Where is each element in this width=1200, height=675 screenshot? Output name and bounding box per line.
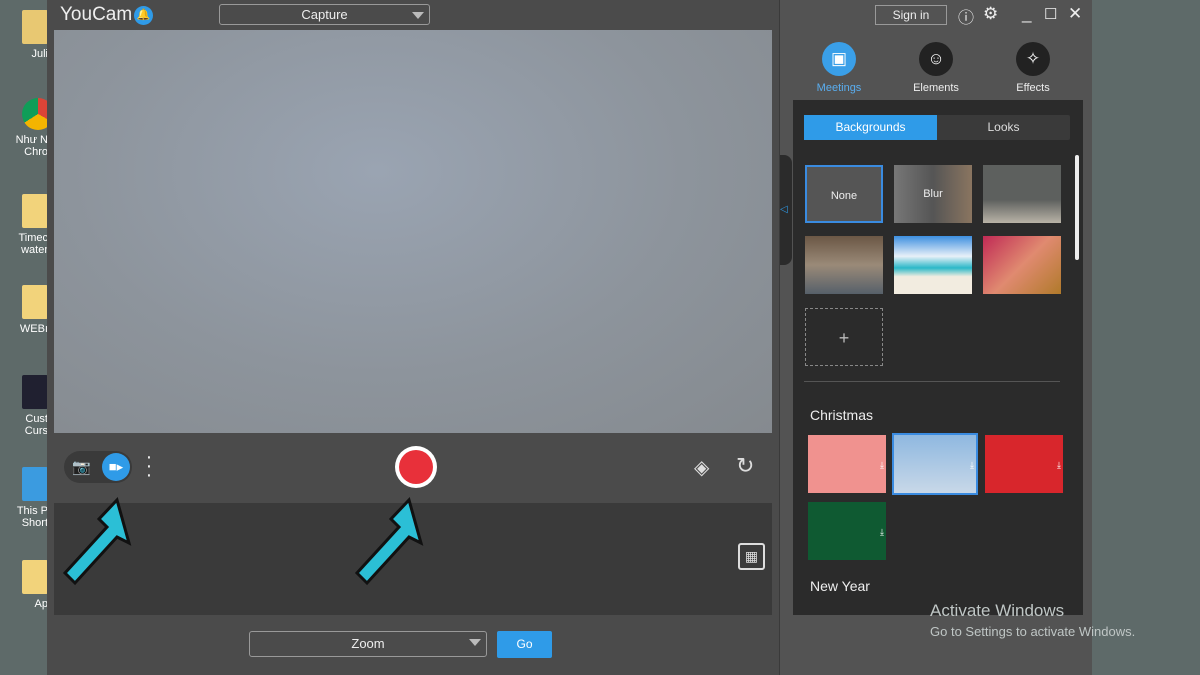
mode-dropdown[interactable]: Capture xyxy=(219,4,430,25)
tab-backgrounds[interactable]: Backgrounds xyxy=(804,115,937,140)
background-christmas-pattern[interactable]: ⤓ xyxy=(808,435,886,493)
background-christmas-snow[interactable]: ⤓ xyxy=(892,433,978,495)
go-button[interactable]: Go xyxy=(497,631,552,658)
activation-watermark-title: Activate Windows xyxy=(930,601,1065,620)
youcam-window: YouCam 🔔 Capture 📷 ■▸ · · · ◈ ↻ ▦ Zoom Go … xyxy=(47,0,1092,675)
desktop-icon[interactable]: Juli xyxy=(0,10,48,60)
section-christmas: Christmas xyxy=(810,407,874,423)
download-icon: ⤓ xyxy=(880,460,884,470)
app-logo: YouCam xyxy=(60,4,133,25)
grid-icon[interactable]: ▦ xyxy=(738,543,765,570)
annotation-arrow-icon xyxy=(354,497,424,586)
desktop-icon[interactable]: Như N Chro xyxy=(0,98,48,158)
camera-preview xyxy=(54,30,772,433)
background-christmas-green[interactable]: ⤓ xyxy=(808,502,886,560)
nav-effects[interactable]: ✧ Effects xyxy=(993,42,1073,94)
background-blur[interactable]: Blur xyxy=(894,165,972,223)
chevron-down-icon xyxy=(469,639,481,646)
layers-icon[interactable]: ◈ xyxy=(694,455,709,480)
record-button[interactable] xyxy=(395,446,437,488)
download-icon: ⤓ xyxy=(880,527,884,537)
camera-area: YouCam 🔔 Capture 📷 ■▸ · · · ◈ ↻ ▦ Zoom Go xyxy=(47,0,778,675)
control-bar: 📷 ■▸ · · · ◈ ↻ xyxy=(54,433,772,501)
sign-in-button[interactable]: Sign in xyxy=(875,5,947,25)
side-panel: Sign in ⓘ ⚙ _ ☐ ✕ ▣ Meetings ☺ Elements ✧ E… xyxy=(779,0,1092,675)
activation-watermark-subtitle: Go to Settings to activate Windows. xyxy=(930,624,1136,639)
more-options-icon[interactable]: · · · xyxy=(144,447,154,485)
download-icon: ⤓ xyxy=(970,460,974,470)
meetings-icon: ▣ xyxy=(822,42,856,76)
video-camera-icon[interactable]: ■▸ xyxy=(102,453,130,481)
tab-looks[interactable]: Looks xyxy=(937,115,1070,140)
background-christmas-red[interactable]: ⤓ xyxy=(985,435,1063,493)
collapse-panel-icon[interactable]: ◁ xyxy=(780,155,792,265)
close-icon[interactable]: ✕ xyxy=(1068,4,1082,24)
background-none[interactable]: None xyxy=(805,165,883,223)
desktop-icon[interactable]: This P Short xyxy=(0,467,48,529)
annotation-arrow-icon xyxy=(62,497,132,586)
maximize-icon[interactable]: ☐ xyxy=(1044,5,1057,23)
magic-wand-icon: ✧ xyxy=(1016,42,1050,76)
backgrounds-panel: Backgrounds Looks None Blur + Christmas … xyxy=(793,100,1083,615)
camera-icon[interactable]: 📷 xyxy=(72,458,91,476)
bell-icon[interactable]: 🔔 xyxy=(134,6,153,25)
meeting-app-dropdown[interactable]: Zoom xyxy=(249,631,487,657)
panel-tabs: Backgrounds Looks xyxy=(804,115,1070,140)
section-new-year: New Year xyxy=(810,578,870,594)
scrollbar[interactable] xyxy=(1075,155,1079,260)
smiley-icon: ☺ xyxy=(919,42,953,76)
desktop-icon[interactable]: Ap xyxy=(0,560,48,610)
background-autumn[interactable] xyxy=(983,236,1061,294)
background-office[interactable] xyxy=(805,236,883,294)
desktop-icon[interactable]: Cust Curs xyxy=(0,375,48,437)
download-icon: ⤓ xyxy=(1057,460,1061,470)
background-beach[interactable] xyxy=(894,236,972,294)
nav-elements[interactable]: ☺ Elements xyxy=(896,42,976,94)
background-living-room[interactable] xyxy=(983,165,1061,223)
desktop-icon[interactable]: WEBı xyxy=(0,285,48,335)
minimize-icon[interactable]: _ xyxy=(1022,4,1031,24)
help-icon[interactable]: ⓘ xyxy=(958,4,974,28)
nav-meetings[interactable]: ▣ Meetings xyxy=(799,42,879,94)
capture-mode-toggle[interactable]: 📷 ■▸ xyxy=(64,451,132,483)
add-background-button[interactable]: + xyxy=(805,308,883,366)
desktop-icon[interactable]: Timec water xyxy=(0,194,48,256)
divider xyxy=(804,381,1060,382)
rotate-icon[interactable]: ↻ xyxy=(736,453,754,479)
gear-icon[interactable]: ⚙ xyxy=(983,4,998,24)
chevron-down-icon xyxy=(412,12,424,19)
